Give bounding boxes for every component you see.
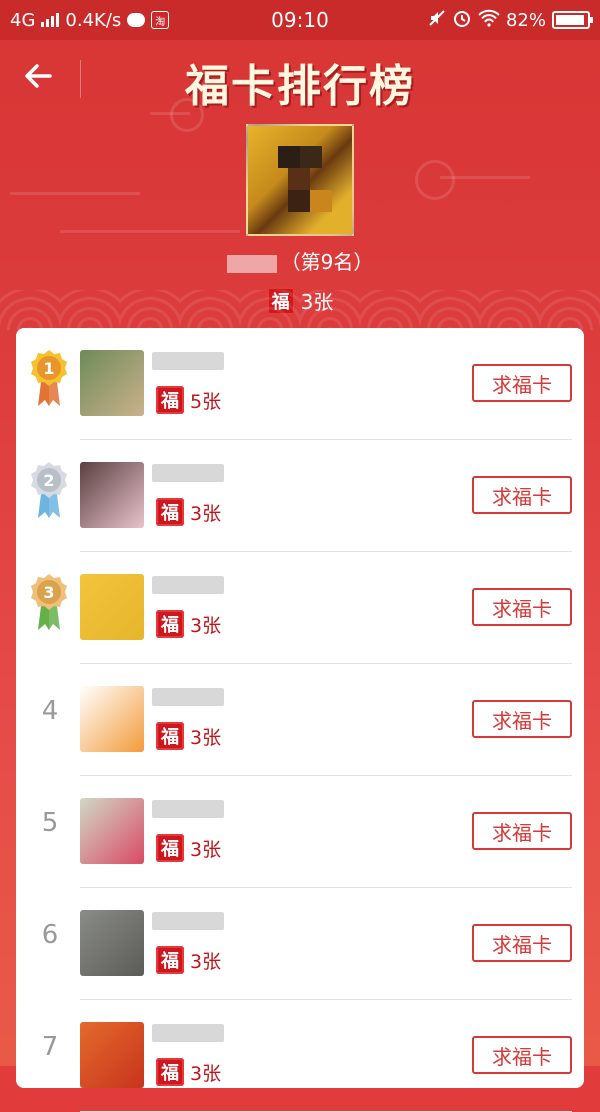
signal-icon bbox=[41, 13, 60, 27]
request-card-button[interactable]: 求福卡 bbox=[472, 364, 572, 402]
fu-card-icon: 福 bbox=[156, 386, 184, 414]
user-name-blurred bbox=[152, 912, 224, 930]
leaderboard-row: 6 福 3张 求福卡 bbox=[16, 888, 584, 1000]
wifi-icon bbox=[478, 9, 500, 32]
leaderboard-row: 1 福 5张 求福卡 bbox=[16, 328, 584, 440]
line-decoration bbox=[10, 192, 140, 195]
card-count-text: 3张 bbox=[190, 726, 222, 749]
card-count-text: 5张 bbox=[190, 390, 222, 413]
message-icon bbox=[127, 13, 146, 27]
battery-icon bbox=[552, 11, 593, 29]
leaderboard-row: 7 福 3张 求福卡 bbox=[16, 1000, 584, 1112]
mute-icon bbox=[428, 9, 446, 32]
my-rank-text: （第9名） bbox=[280, 250, 374, 274]
user-name-blurred bbox=[152, 688, 224, 706]
status-bar: 4G 0.4K/s 淘 09:10 82% bbox=[0, 0, 600, 40]
card-count: 福 3张 bbox=[156, 498, 221, 526]
silver-medal-icon: 2 bbox=[31, 462, 67, 518]
fu-card-icon: 福 bbox=[156, 722, 184, 750]
leaderboard-row: 5 福 3张 求福卡 bbox=[16, 776, 584, 888]
card-count: 福 3张 bbox=[156, 610, 221, 638]
rank-number: 3 bbox=[43, 583, 54, 602]
rank-number: 5 bbox=[41, 808, 59, 838]
user-name-blurred bbox=[152, 1024, 224, 1042]
my-name-blurred bbox=[226, 254, 277, 273]
fu-card-icon: 福 bbox=[156, 834, 184, 862]
request-card-button[interactable]: 求福卡 bbox=[472, 812, 572, 850]
leaderboard-row: 2 福 3张 求福卡 bbox=[16, 440, 584, 552]
request-card-button[interactable]: 求福卡 bbox=[472, 588, 572, 626]
leaderboard-row: 3 福 3张 求福卡 bbox=[16, 552, 584, 664]
fu-card-icon: 福 bbox=[156, 610, 184, 638]
card-count-text: 3张 bbox=[190, 950, 222, 973]
user-name-blurred bbox=[152, 800, 224, 818]
bronze-medal-icon: 3 bbox=[31, 574, 67, 630]
card-count: 福 3张 bbox=[156, 834, 221, 862]
card-count: 福 3张 bbox=[156, 722, 221, 750]
battery-percent: 82% bbox=[505, 9, 546, 31]
user-avatar bbox=[80, 462, 144, 528]
card-count-text: 3张 bbox=[190, 614, 222, 637]
fu-card-icon: 福 bbox=[156, 946, 184, 974]
taobao-icon: 淘 bbox=[151, 11, 170, 29]
network-type: 4G bbox=[10, 9, 36, 31]
gold-medal-icon: 1 bbox=[31, 350, 67, 406]
page-title: 福卡排行榜 bbox=[185, 61, 415, 112]
user-avatar bbox=[80, 1022, 144, 1088]
rank-number: 7 bbox=[41, 1032, 59, 1062]
card-count-text: 3张 bbox=[190, 838, 222, 861]
user-avatar bbox=[80, 910, 144, 976]
cloud-decoration bbox=[415, 160, 455, 200]
network-speed: 0.4K/s bbox=[65, 9, 122, 31]
leaderboard-row: 4 福 3张 求福卡 bbox=[16, 664, 584, 776]
status-time: 09:10 bbox=[271, 8, 329, 32]
user-name-blurred bbox=[152, 464, 224, 482]
request-card-button[interactable]: 求福卡 bbox=[472, 1036, 572, 1074]
request-card-button[interactable]: 求福卡 bbox=[472, 924, 572, 962]
my-rank: （第9名） bbox=[0, 246, 600, 275]
card-count: 福 5张 bbox=[156, 386, 221, 414]
rank-number: 6 bbox=[41, 920, 59, 950]
rank-number: 4 bbox=[41, 696, 59, 726]
card-count: 福 3张 bbox=[156, 946, 221, 974]
line-decoration bbox=[60, 230, 240, 233]
request-card-button[interactable]: 求福卡 bbox=[472, 700, 572, 738]
card-count-text: 3张 bbox=[190, 1062, 222, 1085]
my-avatar bbox=[246, 124, 354, 236]
user-name-blurred bbox=[152, 576, 224, 594]
user-avatar bbox=[80, 686, 144, 752]
alarm-icon bbox=[452, 8, 472, 33]
card-count-text: 3张 bbox=[190, 502, 222, 525]
rank-number: 1 bbox=[43, 359, 54, 378]
leaderboard-card: 1 福 5张 求福卡 2 福 3张 求福卡 3 福 3张 求福卡 4 福 3张 … bbox=[16, 328, 584, 1112]
request-card-button[interactable]: 求福卡 bbox=[472, 476, 572, 514]
user-avatar bbox=[80, 350, 144, 416]
rank-number: 2 bbox=[43, 471, 54, 490]
user-avatar bbox=[80, 798, 144, 864]
fu-card-icon: 福 bbox=[156, 498, 184, 526]
line-decoration bbox=[440, 176, 530, 179]
user-avatar bbox=[80, 574, 144, 640]
wave-decoration bbox=[0, 290, 600, 330]
fu-card-icon: 福 bbox=[156, 1058, 184, 1086]
user-name-blurred bbox=[152, 352, 224, 370]
card-count: 福 3张 bbox=[156, 1058, 221, 1086]
